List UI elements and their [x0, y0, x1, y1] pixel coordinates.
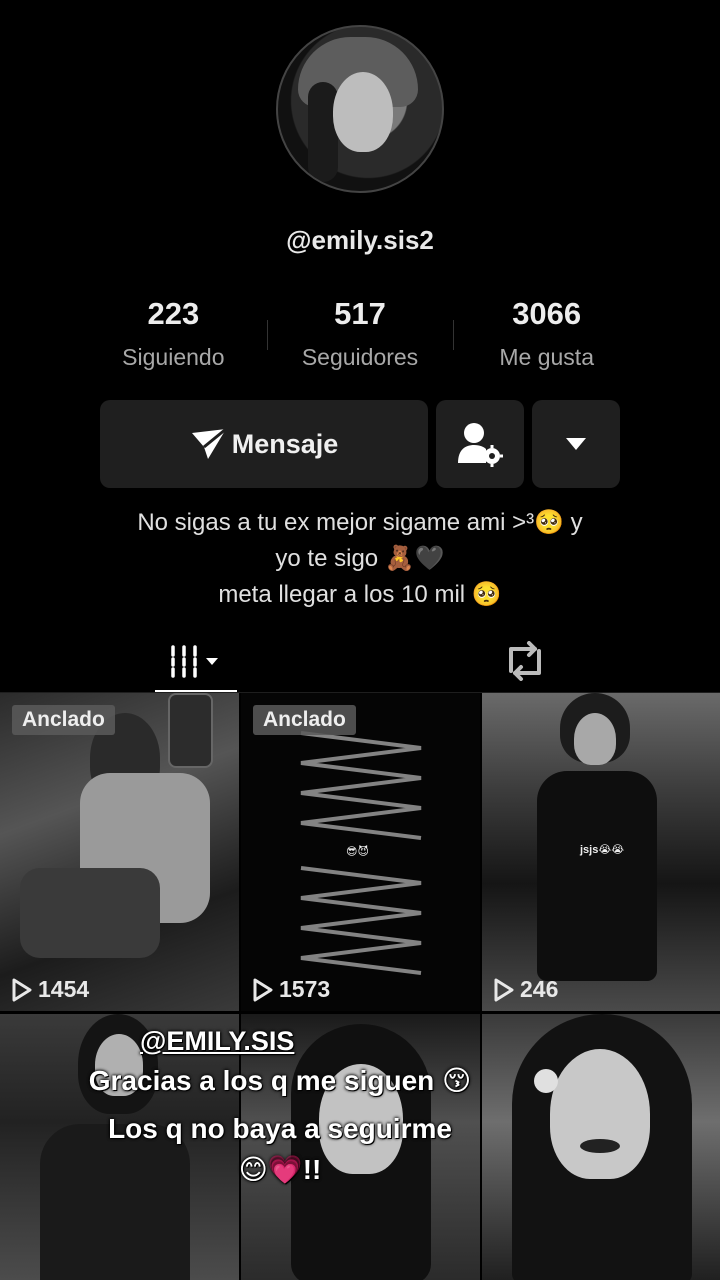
view-count: 246 — [494, 976, 558, 1003]
bio-line: No sigas a tu ex mejor sigame ami >³🥺 y — [137, 509, 583, 536]
profile-username: @emily.sis2 — [286, 225, 434, 255]
stat-followers[interactable]: 517 Seguidores — [266, 296, 454, 371]
video-thumbnail[interactable]: jsjs😭😭 246 — [482, 693, 720, 1011]
repost-icon — [509, 640, 541, 681]
stat-likes-label: Me gusta — [499, 344, 594, 370]
send-icon — [191, 427, 227, 459]
play-icon — [12, 978, 32, 1001]
video-text-overlay: @EMILY.SIS Gracias a los q me siguen 😚 L… — [30, 1026, 530, 1186]
message-button[interactable]: Mensaje — [100, 400, 428, 488]
video-grid: Anclado 1454 😎😈 Anclado 1573 jsjs😭😭 246 — [0, 693, 720, 1280]
phone-shape — [168, 693, 213, 768]
pinned-badge: Anclado — [253, 705, 356, 735]
view-count-value: 1454 — [38, 976, 90, 1002]
figure-face — [550, 1049, 650, 1179]
view-count-value: 246 — [520, 976, 559, 1002]
figure-shorts — [20, 868, 160, 958]
view-count: 1454 — [12, 976, 89, 1003]
caret-down-icon — [566, 438, 586, 450]
bio-line: meta llegar a los 10 mil 🥺 — [218, 581, 502, 608]
avatar-hair-shape — [308, 82, 338, 182]
video-caption: 😎😈 — [346, 846, 369, 858]
stat-following[interactable]: 223 Siguiendo — [80, 296, 267, 371]
play-icon — [494, 978, 514, 1001]
message-button-label: Mensaje — [231, 428, 339, 459]
video-thumbnail[interactable]: @EMILY.SIS Gracias a los q me siguen 😚 L… — [0, 1014, 471, 1280]
grid-bars-icon — [171, 644, 218, 678]
bio-line: yo te sigo 🧸🖤 — [275, 545, 445, 572]
stat-following-value: 223 — [147, 296, 200, 331]
avatar-face-shape — [333, 72, 393, 152]
overlay-line: 😊💗!! — [238, 1154, 322, 1185]
overlay-line: Los q no baya a seguirme — [108, 1113, 452, 1144]
pinned-badge: Anclado — [12, 705, 115, 735]
video-thumbnail[interactable]: 😎😈 Anclado 1573 — [241, 693, 480, 1011]
hair-flower — [534, 1069, 558, 1093]
profile-tabs — [0, 628, 720, 693]
view-count: 1573 — [253, 976, 330, 1003]
stat-followers-value: 517 — [334, 296, 386, 331]
follow-settings-button[interactable] — [436, 400, 524, 488]
stat-likes-value: 3066 — [512, 296, 582, 331]
profile-avatar[interactable] — [276, 25, 444, 193]
video-thumbnail[interactable]: Anclado 1454 — [0, 693, 239, 1011]
play-icon — [253, 978, 273, 1001]
view-count-value: 1573 — [279, 976, 331, 1002]
user-settings-icon — [458, 423, 503, 467]
tab-reposts[interactable] — [480, 628, 570, 693]
tab-dropdown-caret — [206, 657, 218, 665]
profile-bio: No sigas a tu ex mejor sigame ami >³🥺 y … — [60, 505, 660, 613]
more-options-button[interactable] — [532, 400, 620, 488]
overlay-handle: @EMILY.SIS — [140, 1026, 295, 1056]
stat-following-label: Siguiendo — [122, 344, 225, 370]
figure-face — [574, 713, 616, 765]
stat-likes[interactable]: 3066 Me gusta — [453, 296, 640, 371]
overlay-line: Gracias a los q me siguen 😚 — [88, 1065, 472, 1096]
figure-dress — [537, 771, 657, 981]
stat-followers-label: Seguidores — [301, 344, 419, 370]
tab-videos[interactable] — [155, 628, 237, 693]
video-caption: jsjs😭😭 — [580, 844, 625, 856]
profile-stats: 223 Siguiendo 517 Seguidores 3066 Me gus… — [80, 296, 640, 371]
figure-lips — [580, 1139, 620, 1153]
